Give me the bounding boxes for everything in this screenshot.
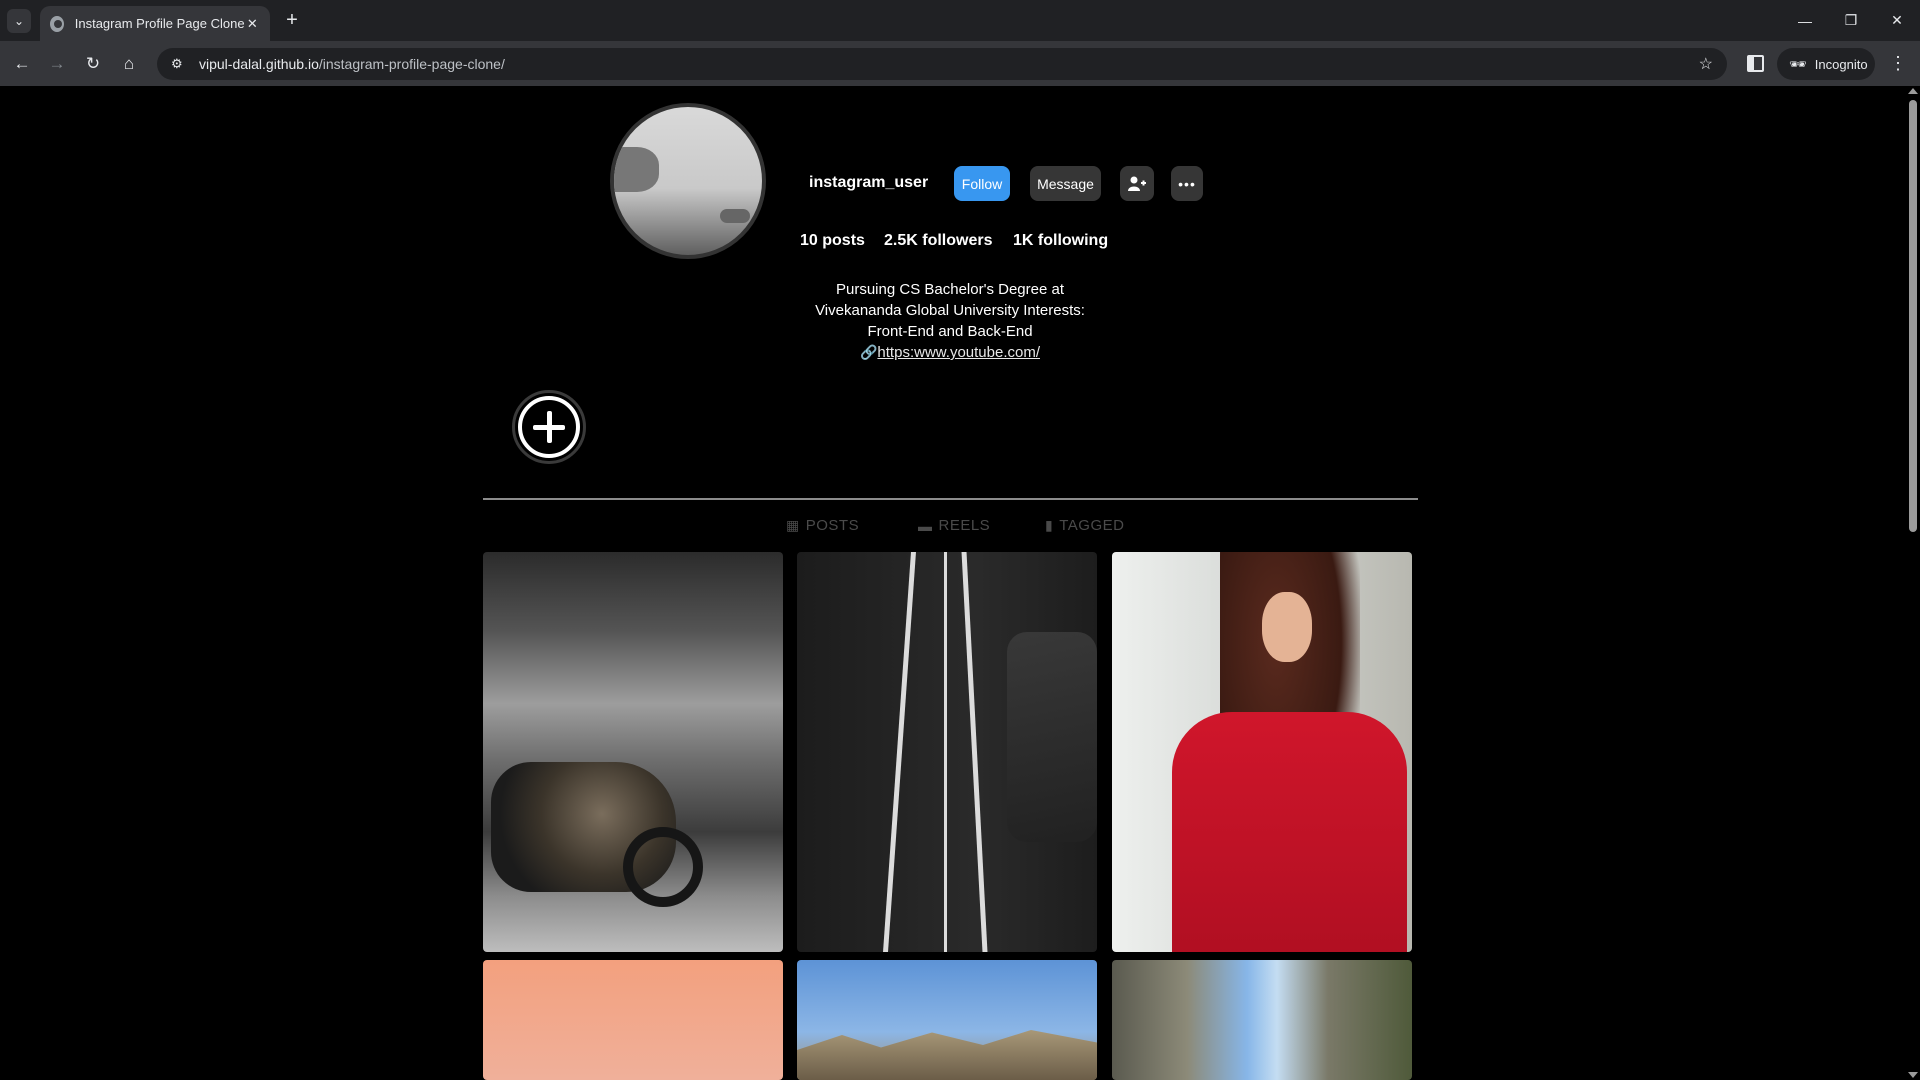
tab-tagged[interactable]: ▮ TAGGED xyxy=(1045,517,1124,534)
scroll-up-arrow[interactable] xyxy=(1908,88,1918,94)
reload-button[interactable]: ↻ xyxy=(78,49,108,79)
stat-followers[interactable]: 2.5K followers xyxy=(884,232,992,250)
new-tab-button[interactable]: + xyxy=(280,8,304,32)
page-scrollbar[interactable] xyxy=(1905,86,1920,1080)
car-shape xyxy=(1007,632,1097,842)
ellipsis-icon: ••• xyxy=(1178,175,1196,192)
post-road[interactable] xyxy=(797,552,1097,952)
red-top-shape xyxy=(1172,712,1407,952)
bio-link[interactable]: https:www.youtube.com/ xyxy=(877,344,1040,361)
tab-tagged-label: TAGGED xyxy=(1059,517,1125,534)
section-divider xyxy=(483,498,1418,500)
globe-icon xyxy=(50,15,64,32)
window-close-button[interactable]: ✕ xyxy=(1874,0,1920,41)
url-text[interactable]: vipul-dalal.github.io/instagram-profile-… xyxy=(199,56,505,72)
url-domain: vipul-dalal.github.io xyxy=(199,56,319,72)
home-button[interactable]: ⌂ xyxy=(114,49,144,79)
road-line xyxy=(883,552,916,952)
follow-button[interactable]: Follow xyxy=(954,166,1010,201)
profile-username: instagram_user xyxy=(809,174,929,191)
post-motorcycle[interactable] xyxy=(483,552,783,952)
forward-button[interactable]: → xyxy=(42,49,72,79)
profile-bio: Pursuing CS Bachelor's Degree at Vivekan… xyxy=(700,279,1200,363)
site-info-icon[interactable]: ⚙ xyxy=(171,56,187,72)
incognito-indicator[interactable]: 🕶 Incognito xyxy=(1777,48,1875,80)
bio-line: Front-End and Back-End xyxy=(867,323,1033,340)
message-button[interactable]: Message xyxy=(1030,166,1101,201)
profile-avatar[interactable] xyxy=(610,103,766,259)
avatar-motorcycle xyxy=(720,209,750,223)
close-icon[interactable]: ✕ xyxy=(245,15,260,33)
browser-menu-button[interactable]: ⋮ xyxy=(1886,51,1910,75)
bio-link-row: 🔗https:www.youtube.com/ xyxy=(700,342,1200,363)
add-user-icon xyxy=(1128,176,1146,191)
tab-reels-label: REELS xyxy=(938,517,991,534)
avatar-shadow xyxy=(614,147,659,192)
tab-search-button[interactable]: ⌄ xyxy=(7,9,31,33)
stat-following[interactable]: 1K following xyxy=(1013,232,1108,250)
grid-icon: ▦ xyxy=(786,517,800,533)
road-line xyxy=(944,552,947,952)
bio-line: Pursuing CS Bachelor's Degree at xyxy=(836,281,1064,298)
side-panel-button[interactable] xyxy=(1744,52,1766,74)
minimize-button[interactable]: — xyxy=(1782,0,1828,41)
add-user-button[interactable] xyxy=(1120,166,1154,201)
tab-posts-label: POSTS xyxy=(805,517,860,534)
restore-button[interactable]: ❐ xyxy=(1828,0,1874,41)
tab-posts[interactable]: ▦ POSTS xyxy=(786,517,859,534)
tag-icon: ▮ xyxy=(1045,517,1054,533)
incognito-label: Incognito xyxy=(1814,56,1868,72)
scrollbar-thumb[interactable] xyxy=(1909,100,1917,532)
stat-posts[interactable]: 10 posts xyxy=(800,232,865,250)
incognito-icon: 🕶 xyxy=(1789,55,1807,72)
link-chain-icon: 🔗 xyxy=(859,344,878,360)
tab-reels[interactable]: ▬ REELS xyxy=(918,517,990,534)
url-path: /instagram-profile-page-clone/ xyxy=(318,56,505,72)
road-line xyxy=(961,552,988,952)
scroll-down-arrow[interactable] xyxy=(1908,1072,1918,1078)
browser-tab-bar: ⌄ Instagram Profile Page Clone ✕ + — ❐ ✕ xyxy=(0,0,1920,41)
post-portrait[interactable] xyxy=(1112,552,1412,952)
clapperboard-icon: ▬ xyxy=(918,517,933,534)
bookmark-star-icon[interactable]: ☆ xyxy=(1699,54,1713,74)
tab-title: Instagram Profile Page Clone xyxy=(74,16,245,31)
browser-tab[interactable]: Instagram Profile Page Clone ✕ xyxy=(40,6,270,41)
plus-icon xyxy=(518,396,580,458)
post-canyon[interactable] xyxy=(1112,960,1412,1080)
motorcycle-wheel xyxy=(623,827,703,907)
page-content: instagram_user Follow Message ••• 10 pos… xyxy=(0,86,1905,1080)
bio-line: Vivekananda Global University Interests: xyxy=(815,302,1085,319)
more-options-button[interactable]: ••• xyxy=(1171,166,1203,201)
back-button[interactable]: ← xyxy=(7,49,37,79)
post-sunset[interactable] xyxy=(483,960,783,1080)
browser-toolbar: ← → ↻ ⌂ ⚙ vipul-dalal.github.io/instagra… xyxy=(0,41,1920,86)
side-panel-icon xyxy=(1746,54,1764,72)
mountain-shape xyxy=(797,1030,1097,1080)
face-shape xyxy=(1262,592,1312,662)
post-mountains[interactable] xyxy=(797,960,1097,1080)
add-story-button[interactable] xyxy=(512,390,586,464)
address-bar[interactable]: ⚙ vipul-dalal.github.io/instagram-profil… xyxy=(157,48,1727,80)
